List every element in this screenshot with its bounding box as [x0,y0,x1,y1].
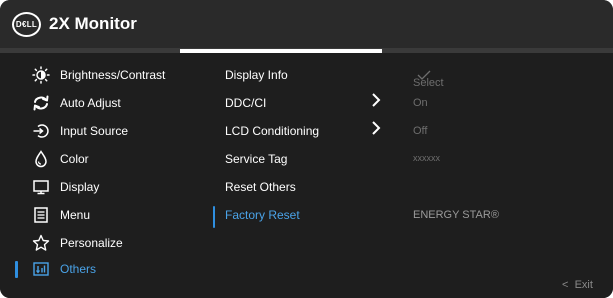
others-icon [32,260,50,278]
exit-label: Exit [574,279,593,291]
value-text: Off [413,125,428,137]
submenu-label: Reset Others [225,180,296,194]
submenu-service-tag[interactable]: Service Tag [225,145,405,173]
brightness-icon [32,66,50,84]
menu-item-display[interactable]: Display [0,173,200,201]
menu-item-personalize[interactable]: Personalize [0,229,200,257]
submenu-label: LCD Conditioning [225,124,320,138]
osd-title: 2X Monitor [49,14,137,33]
submenu-ddc-ci[interactable]: DDC/CI [225,89,405,117]
chevron-right-icon [371,120,381,136]
input-source-icon [32,122,50,140]
menu-item-label: Menu [60,208,91,222]
menu-item-auto-adjust[interactable]: Auto Adjust [0,89,200,117]
monitor-osd: D€LL 2X Monitor Brightness/Contrast Auto… [0,0,613,298]
submenu-label: Service Tag [225,152,288,166]
menu-item-label: Others [60,262,97,276]
submenu-factory-reset[interactable]: Factory Reset [225,201,405,229]
value-text: ENERGY STAR® [413,209,499,221]
submenu-selection-bar [213,206,215,228]
submenu-label: Display Info [225,68,288,82]
osd-body: Brightness/Contrast Auto Adjust Input So… [0,53,613,298]
value-text: On [413,97,428,109]
submenu-label: DDC/CI [225,96,267,110]
auto-adjust-icon [32,94,50,112]
menu-item-label: Input Source [60,124,129,138]
menu-item-label: Display [60,180,100,194]
menu-item-label: Color [60,152,89,166]
osd-header: D€LL 2X Monitor [0,0,613,48]
menu-item-label: Brightness/Contrast [60,68,166,82]
menu-item-others[interactable]: Others [0,255,200,283]
chevron-right-icon [371,92,381,108]
color-icon [32,150,50,168]
submenu-lcd-conditioning[interactable]: LCD Conditioning [225,117,405,145]
submenu-display-info[interactable]: Display Info [225,61,405,89]
star-icon [32,234,50,252]
menu-item-menu[interactable]: Menu [0,201,200,229]
menu-icon [32,206,50,224]
submenu-reset-others[interactable]: Reset Others [225,173,405,201]
value-text: Select [413,77,444,89]
submenu-label: Factory Reset [225,208,300,222]
chevron-left-icon: < [562,279,569,291]
menu-item-color[interactable]: Color [0,145,200,173]
dell-logo: D€LL [12,12,41,37]
value-text: xxxxxx [413,153,440,163]
display-icon [32,178,50,196]
menu-item-input-source[interactable]: Input Source [0,117,200,145]
exit-button[interactable]: < Exit [562,279,593,291]
menu-item-brightness-contrast[interactable]: Brightness/Contrast [0,61,200,89]
menu-item-label: Auto Adjust [60,96,121,110]
menu-item-label: Personalize [60,236,123,250]
